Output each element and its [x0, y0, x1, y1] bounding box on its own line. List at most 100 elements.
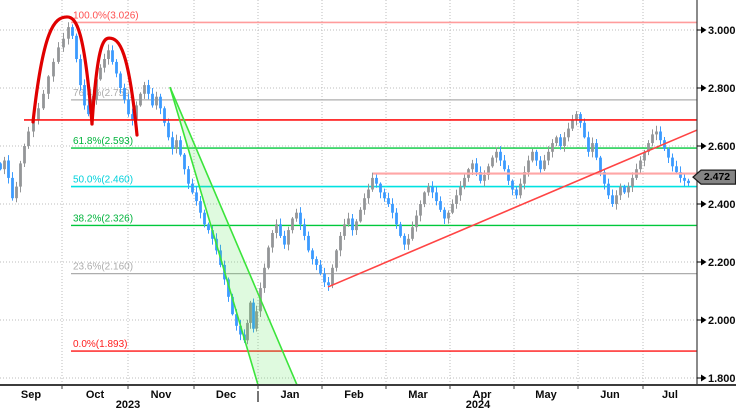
- candle-body: [631, 177, 634, 187]
- candle-body: [567, 128, 570, 138]
- candle-body: [7, 160, 10, 178]
- candle-body: [475, 163, 478, 173]
- month-label: Oct: [86, 389, 105, 401]
- candle-body: [339, 235, 342, 251]
- candle-body: [539, 160, 542, 170]
- year-label: 2023: [116, 399, 140, 409]
- candle-body: [503, 160, 506, 170]
- candle-body: [435, 192, 438, 202]
- month-label: Jan: [281, 389, 300, 401]
- y-axis-tick-arrow: [701, 26, 707, 34]
- candle-body: [555, 137, 558, 144]
- month-label: Jul: [662, 389, 678, 401]
- channel-layer: [169, 86, 298, 386]
- candle-body: [307, 235, 310, 251]
- year-label: 2024: [466, 399, 491, 409]
- month-label: Jun: [600, 389, 620, 401]
- candle-body: [155, 96, 158, 106]
- candle-body: [427, 186, 430, 193]
- candle-body: [115, 61, 118, 74]
- candle-body: [52, 61, 55, 77]
- month-label: May: [535, 389, 557, 401]
- y-axis-tick-arrow: [701, 316, 707, 324]
- candle-body: [551, 143, 554, 152]
- month-label: Nov: [151, 389, 173, 401]
- candle-body: [459, 186, 462, 196]
- candle-body: [587, 137, 590, 152]
- price-tick-label: 2.200: [708, 257, 736, 269]
- candle-body: [547, 151, 550, 161]
- fib-label: 100.0%(3.026): [73, 10, 139, 21]
- candle-body: [623, 186, 626, 193]
- candle-body: [159, 96, 162, 109]
- candle-body: [579, 114, 582, 123]
- candle-body: [27, 131, 30, 146]
- month-label: Dec: [216, 389, 236, 401]
- y-axis-tick-arrow: [701, 84, 707, 92]
- candle-body: [347, 218, 350, 225]
- uptrend-line: [327, 129, 698, 288]
- candle-body: [371, 177, 374, 190]
- candle-body: [207, 224, 210, 231]
- candle-body: [127, 99, 130, 115]
- candle-body: [143, 85, 146, 94]
- candle-body: [391, 204, 394, 213]
- price-tick-label: 2.800: [708, 83, 736, 95]
- candle-body: [119, 73, 122, 88]
- candle-body: [331, 267, 334, 286]
- y-axis-tick-arrow: [701, 200, 707, 208]
- candle-body: [535, 151, 538, 161]
- candle-body: [195, 192, 198, 202]
- candle-body: [57, 47, 60, 62]
- candle-body: [667, 148, 670, 158]
- candle-body: [627, 186, 630, 193]
- candle-body: [99, 67, 102, 80]
- candle-body: [395, 212, 398, 225]
- candle-body: [683, 177, 686, 181]
- candle-body: [375, 177, 378, 184]
- candle-body: [263, 267, 266, 289]
- candle-body: [319, 264, 322, 274]
- candle-body: [363, 198, 366, 210]
- candle-body: [15, 186, 18, 199]
- candle-body: [355, 221, 358, 231]
- candle-body: [471, 163, 474, 170]
- candle-body: [407, 238, 410, 245]
- chart-canvas[interactable]: 100.0%(3.026)76.4%(2.759)61.8%(2.593)50.…: [0, 0, 736, 409]
- candle-body: [42, 93, 45, 109]
- candle-body: [411, 227, 414, 239]
- candle-body: [575, 114, 578, 120]
- candle-body: [167, 122, 170, 138]
- candle-body: [287, 230, 290, 245]
- candle-body: [23, 146, 26, 164]
- candle-body: [507, 169, 510, 181]
- candle-body: [351, 218, 354, 231]
- candle-body: [343, 224, 346, 236]
- price-tick-label: 2.400: [708, 199, 736, 211]
- candle-body: [67, 27, 70, 39]
- candle-body: [335, 250, 338, 268]
- candle-body: [183, 154, 186, 170]
- candle-body: [595, 143, 598, 158]
- candle-body: [275, 224, 278, 233]
- month-label: Feb: [344, 389, 364, 401]
- candle-body: [291, 218, 294, 231]
- candle-body: [179, 140, 182, 155]
- candle-body: [531, 151, 534, 161]
- fib-label: 23.6%(2.160): [73, 262, 133, 273]
- current-price-badge-shape: [692, 169, 736, 185]
- candle-body: [415, 215, 418, 228]
- month-label: Mar: [408, 389, 428, 401]
- candle-body: [75, 35, 78, 59]
- candle-body: [423, 192, 426, 204]
- candle-body: [403, 235, 406, 245]
- candle-body: [455, 195, 458, 204]
- candle-body: [203, 212, 206, 225]
- channel-left-line: [169, 86, 259, 386]
- candle-body: [0, 163, 2, 170]
- candle-body: [591, 143, 594, 152]
- candle-body: [447, 212, 450, 219]
- price-chart[interactable]: 100.0%(3.026) 76.4%(2.759) 61.8%(2.593) 50.…: [0, 0, 736, 409]
- candle-body: [659, 131, 662, 141]
- candle-body: [3, 160, 6, 170]
